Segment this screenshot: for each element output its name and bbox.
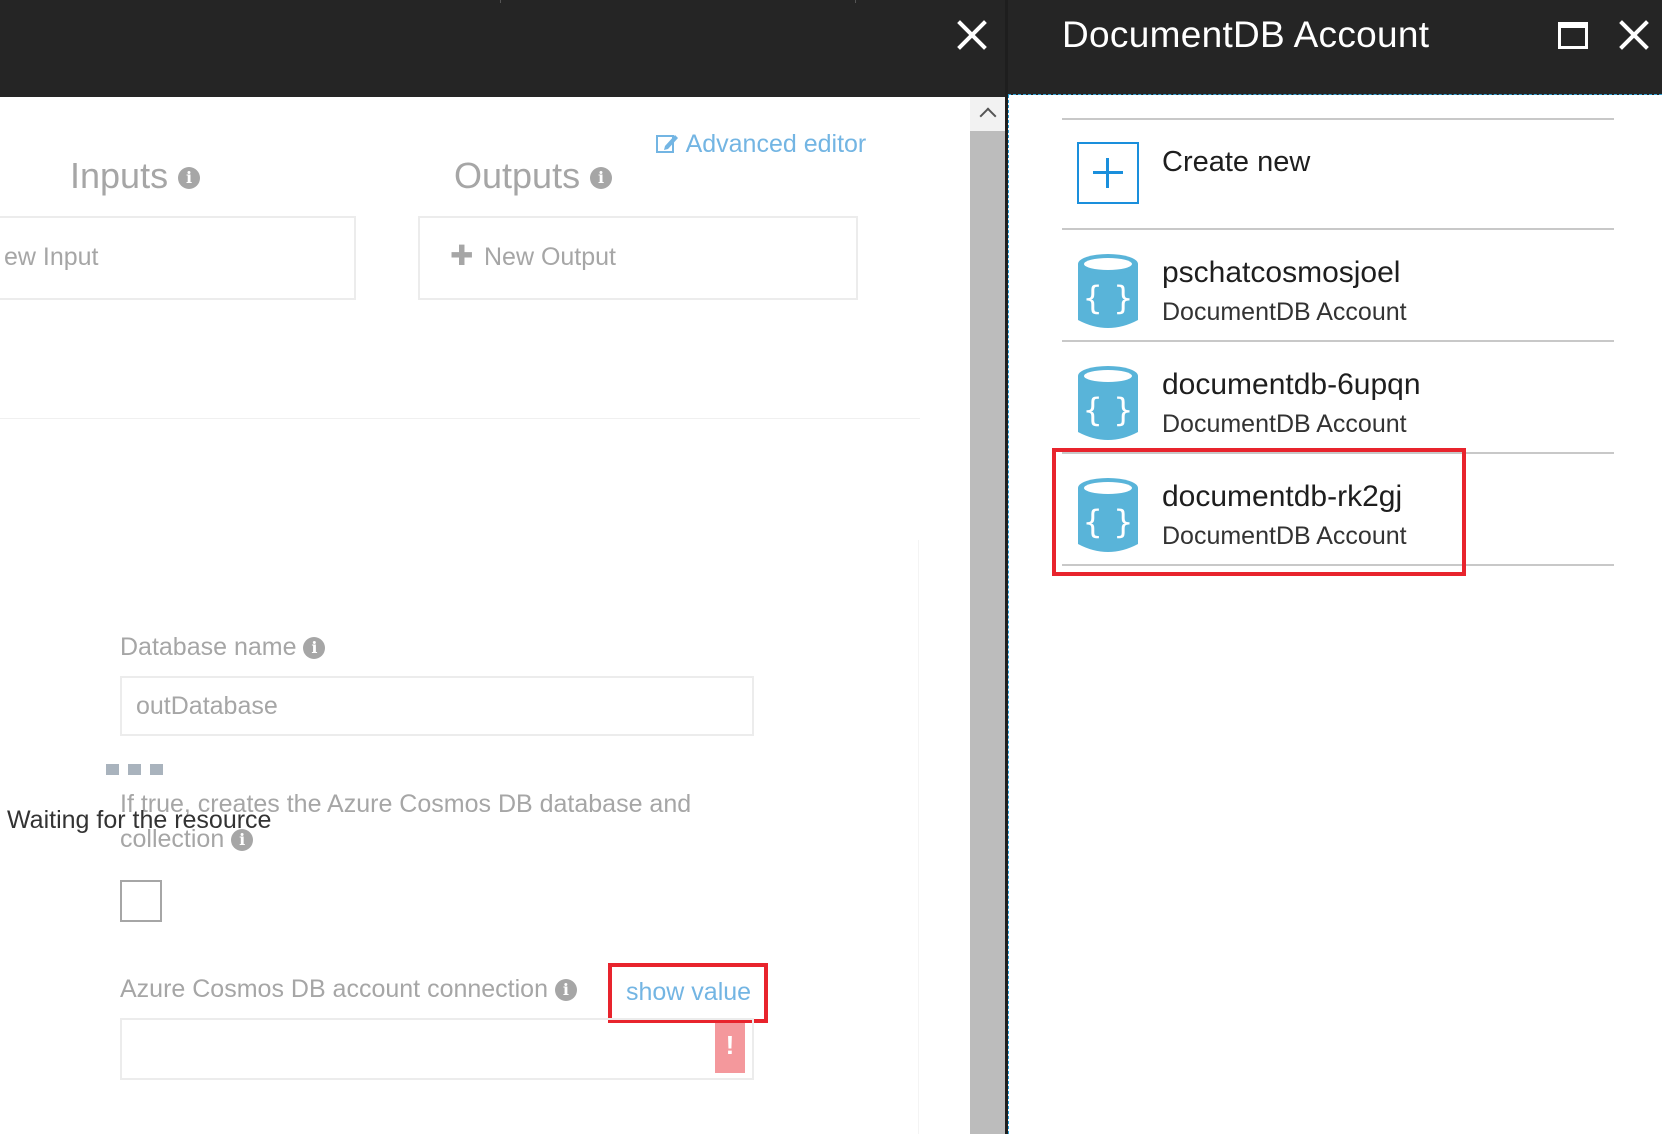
section-divider [918,540,919,1134]
account-name: pschatcosmosjoel [1162,256,1401,289]
focus-outline-top [1008,94,1662,95]
advanced-editor-label: Advanced editor [685,130,867,158]
outputs-heading: Outputs i [454,155,613,197]
left-blade-titlebar [0,0,1005,97]
new-input-button[interactable]: ew Input [0,216,356,300]
database-name-label: Database name i [120,633,326,662]
documentdb-icon: { } [1078,254,1138,328]
section-divider [0,418,920,419]
show-value-highlight: show value [608,963,768,1023]
waiting-message: Waiting for the resource [7,806,272,834]
maximize-icon[interactable] [1558,22,1588,49]
database-name-value: outDatabase [136,692,278,720]
connection-input[interactable] [120,1018,754,1080]
connection-label: Azure Cosmos DB account connection i [120,975,577,1004]
close-blade-icon[interactable] [1619,20,1649,50]
svg-text:{ }: { } [1083,391,1134,429]
new-input-label: ew Input [4,243,99,271]
account-type: DocumentDB Account [1162,410,1407,438]
info-icon[interactable]: i [554,979,577,1002]
svg-text:{ }: { } [1083,279,1134,317]
create-if-not-exists-checkbox[interactable] [120,880,162,922]
database-name-input[interactable]: outDatabase [120,676,754,736]
info-icon[interactable]: i [303,637,326,660]
focus-outline-left [1008,95,1009,1134]
blade-title: DocumentDB Account [1062,14,1430,55]
documentdb-icon: { } [1078,366,1138,440]
new-output-label: New Output [484,243,617,271]
selection-highlight [1052,448,1466,576]
close-left-blade-icon[interactable] [957,20,987,50]
info-icon[interactable]: i [590,167,613,190]
info-icon[interactable]: i [178,167,201,190]
scroll-up-icon[interactable] [970,97,1005,131]
scrollbar[interactable] [970,97,1005,1134]
edit-icon [656,130,686,158]
inputs-heading: Inputs i [70,155,201,197]
account-name: documentdb-6upqn [1162,368,1421,401]
plus-icon [1077,142,1139,204]
titlebar-divider [500,0,501,3]
create-new-item[interactable] [1062,120,1614,228]
plus-icon: ✚ [450,240,474,271]
loading-indicator [106,762,172,780]
new-output-button[interactable]: ✚ New Output [418,216,858,300]
show-value-link[interactable]: show value [626,978,751,1007]
error-icon: ! [715,1023,745,1073]
titlebar-divider [855,0,856,3]
create-new-label: Create new [1162,146,1311,178]
account-type: DocumentDB Account [1162,298,1407,326]
advanced-editor-link[interactable]: Advanced editor [656,130,866,159]
